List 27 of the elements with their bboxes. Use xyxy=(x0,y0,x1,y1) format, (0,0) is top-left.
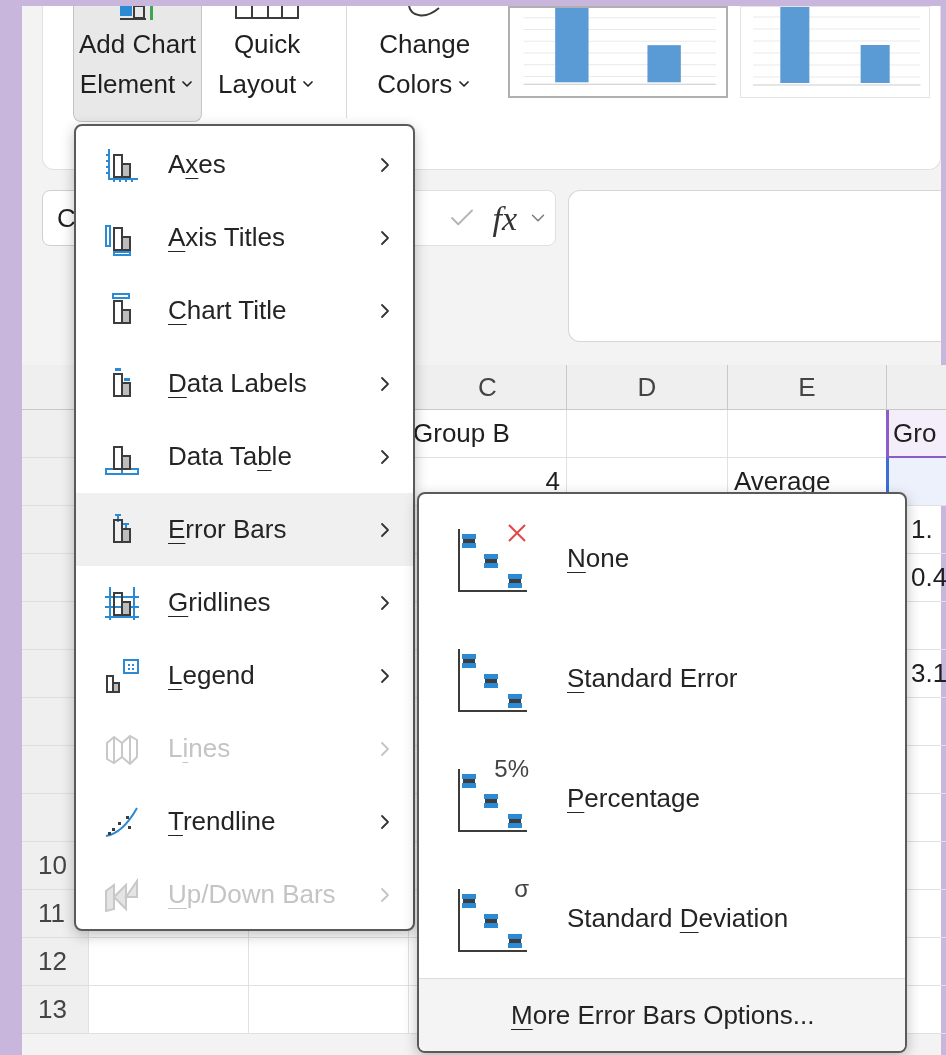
icon-label: σ xyxy=(514,875,529,903)
up-down-bars-icon xyxy=(104,876,140,913)
menu-item[interactable]: Gridlines xyxy=(76,566,413,639)
more-options-item[interactable]: More Error Bars Options... xyxy=(419,979,905,1051)
ribbon-button[interactable]: Add Chart Element xyxy=(73,6,203,122)
column-header[interactable]: E xyxy=(727,365,886,410)
menu-item[interactable]: 5% Percentage xyxy=(419,738,905,858)
menu-item[interactable]: Axis Titles xyxy=(76,201,413,274)
no-error-bars-icon xyxy=(457,523,529,593)
menu-item[interactable]: σ Standard Deviation xyxy=(419,858,905,978)
menu-item[interactable]: Error Bars xyxy=(76,493,413,566)
ribbon-button[interactable]: Quick Layout xyxy=(213,6,322,122)
row-header[interactable]: 12 xyxy=(22,938,88,986)
insert-function-button[interactable]: fx xyxy=(492,192,517,244)
menu-item[interactable]: Axes xyxy=(76,128,413,201)
column-header[interactable]: D xyxy=(566,365,727,410)
row-header[interactable]: 13 xyxy=(22,986,88,1034)
icon-label: 5% xyxy=(494,755,529,783)
menu-item[interactable]: Legend xyxy=(76,639,413,712)
legend-icon xyxy=(104,657,140,694)
axes-icon xyxy=(104,146,140,183)
menu-item[interactable]: Chart Title xyxy=(76,274,413,347)
formula-field[interactable] xyxy=(568,190,941,342)
table-cell: Gro xyxy=(886,410,946,458)
ribbon-button[interactable]: Change Colors xyxy=(372,6,478,122)
gridlines-icon xyxy=(104,584,140,621)
chart-style-thumbnail[interactable] xyxy=(508,6,729,98)
